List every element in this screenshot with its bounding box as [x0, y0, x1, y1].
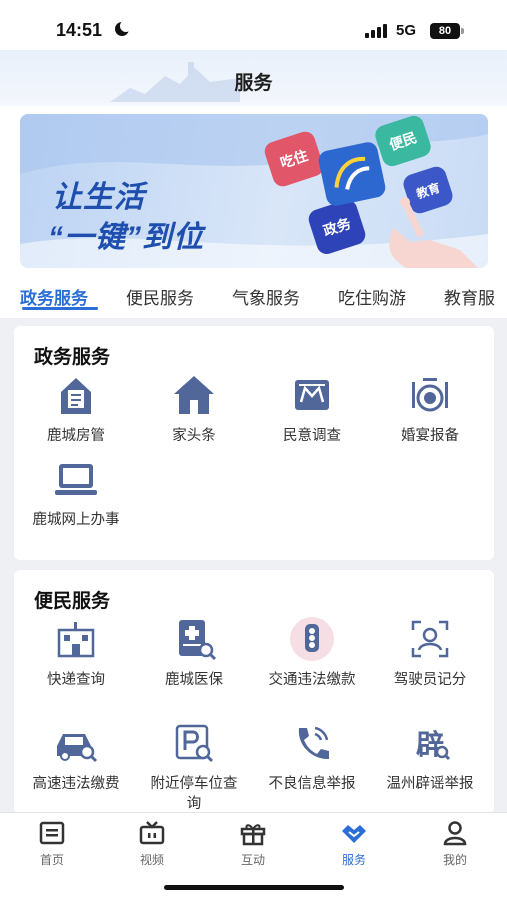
service-house-management[interactable]: 鹿城房管 [16, 372, 136, 446]
person-icon [443, 821, 467, 846]
car-search-icon [57, 734, 98, 763]
service-opinion-survey[interactable]: 民意调查 [252, 372, 372, 446]
nav-service[interactable]: 服务 [314, 819, 394, 868]
section-title: 政务服务 [34, 347, 111, 368]
service-label: 鹿城医保 [165, 672, 223, 688]
page-title: 服务 [234, 73, 273, 94]
building-icon [57, 622, 95, 658]
section-title: 便民服务 [34, 591, 111, 612]
nav-label: 视频 [139, 853, 164, 867]
service-rumor-report[interactable]: 辟 温州辟谣举报 [370, 720, 490, 794]
service-highway-fine[interactable]: 高速违法缴费 [16, 720, 136, 794]
gov-service-section: 政务服务 鹿城房管 家头条 民意调查 婚宴报备 鹿城网上办事 [14, 326, 494, 560]
nav-home[interactable]: 首页 [12, 819, 92, 868]
hand-pointer-icon [389, 197, 478, 268]
nav-video[interactable]: 视频 [112, 819, 192, 868]
status-time: 14:51 [56, 20, 103, 40]
service-label: 驾驶员记分 [393, 672, 467, 688]
survey-board-icon [295, 380, 329, 410]
phone-call-icon [298, 726, 329, 760]
service-home-news[interactable]: 家头条 [134, 372, 254, 446]
service-banquet-filing[interactable]: 婚宴报备 [370, 372, 490, 446]
tab-life-service[interactable]: 便民服务 [126, 284, 194, 309]
service-express-query[interactable]: 快递查询 [16, 616, 136, 690]
laptop-icon [55, 464, 97, 495]
tab-weather-service[interactable]: 气象服务 [232, 284, 300, 309]
tab-education[interactable]: 教育服 [444, 284, 495, 309]
service-label: 附近停车位查询 [150, 776, 238, 812]
nav-label: 我的 [442, 853, 467, 867]
nav-label: 互动 [240, 853, 265, 867]
category-tabs: 政务服务 便民服务 气象服务 吃住购游 教育服 [0, 268, 507, 318]
house-icon [174, 376, 214, 414]
service-driver-points[interactable]: 驾驶员记分 [370, 616, 490, 690]
service-medical-insurance[interactable]: 鹿城医保 [134, 616, 254, 690]
banner-headline-1: 让生活 [52, 181, 145, 214]
parking-search-icon [175, 724, 214, 763]
service-traffic-fine[interactable]: 交通违法缴款 [252, 616, 372, 690]
signal-icon [365, 24, 387, 38]
life-service-section: 便民服务 快递查询 鹿城医保 交通违法缴款 驾驶员记分 高速违法缴费 附近停车位… [14, 570, 494, 814]
nav-interact[interactable]: 互动 [213, 819, 293, 868]
tab-gov-service[interactable]: 政务服务 [20, 284, 88, 309]
service-label: 婚宴报备 [401, 428, 459, 444]
network-label: 5G [396, 22, 417, 39]
page-header: 服务 [0, 50, 507, 106]
service-online-affairs[interactable]: 鹿城网上办事 [16, 456, 136, 530]
tv-icon [139, 821, 165, 845]
tab-active-indicator [22, 307, 98, 310]
home-doc-icon [39, 821, 65, 845]
service-label: 民意调查 [283, 428, 341, 444]
medical-card-icon [179, 620, 217, 661]
service-report-bad-info[interactable]: 不良信息举报 [252, 720, 372, 794]
service-label: 鹿城房管 [47, 428, 105, 444]
banner-headline-2: “一键”到位 [48, 221, 204, 254]
service-label: 家头条 [172, 428, 216, 444]
dining-plate-icon [412, 378, 448, 412]
service-nearby-parking[interactable]: 附近停车位查询 [134, 720, 254, 814]
driver-id-icon [411, 620, 449, 658]
service-label: 交通违法缴款 [268, 672, 356, 688]
traffic-light-icon [290, 617, 334, 661]
nav-mine[interactable]: 我的 [415, 819, 495, 868]
service-label: 不良信息举报 [268, 776, 356, 792]
clipboard-house-icon [61, 378, 91, 414]
heart-diamond-icon [342, 825, 366, 843]
tab-food-travel[interactable]: 吃住购游 [338, 284, 406, 309]
rumor-char-icon: 辟 [416, 728, 451, 761]
service-label: 高速违法缴费 [32, 776, 120, 792]
moon-icon [115, 20, 132, 36]
service-label: 温州辟谣举报 [386, 776, 474, 792]
nav-label: 首页 [39, 853, 64, 867]
nav-label: 服务 [341, 853, 366, 867]
service-label: 快递查询 [47, 672, 105, 688]
home-indicator [164, 885, 344, 890]
promo-banner[interactable]: 让生活 “一键”到位 吃住 便民 教育 政务 [20, 114, 488, 268]
service-label: 鹿城网上办事 [32, 512, 120, 528]
gift-icon [240, 824, 266, 846]
battery-icon: 80 [430, 23, 464, 39]
